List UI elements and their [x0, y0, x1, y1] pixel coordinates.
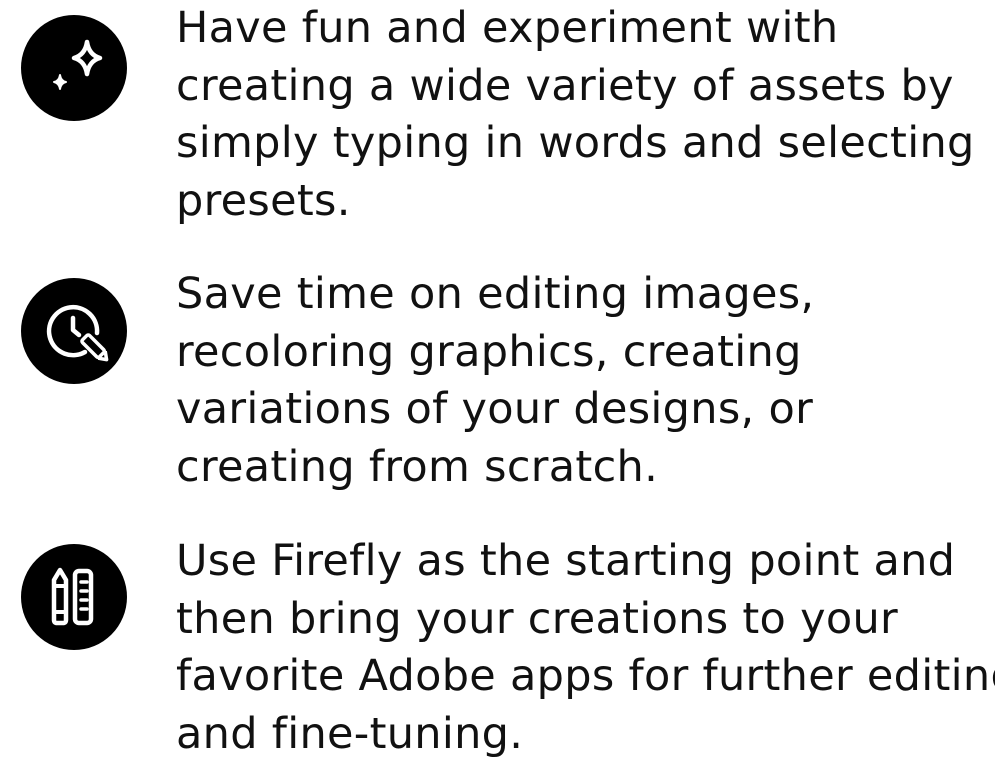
- feature-text-line: variations of your designs, or: [176, 381, 986, 439]
- feature-text-line: creating a wide variety of assets by: [176, 58, 986, 116]
- feature-text-line: Save time on editing images,: [176, 266, 986, 324]
- feature-text-line: favorite Adobe apps for further editing: [176, 648, 986, 706]
- pencil-ruler-icon: [21, 544, 127, 650]
- feature-text-line: Have fun and experiment with: [176, 0, 986, 58]
- sparkle-icon: [21, 15, 127, 121]
- feature-text-line: Use Firefly as the starting point and: [176, 533, 986, 591]
- feature-text-line: creating from scratch.: [176, 439, 986, 497]
- feature-text-line: then bring your creations to your: [176, 591, 986, 649]
- feature-text-line: simply typing in words and selecting: [176, 115, 986, 173]
- feature-text-line: recoloring graphics, creating: [176, 324, 986, 382]
- feature-text-line: presets.: [176, 173, 986, 231]
- clock-pencil-icon: [21, 278, 127, 384]
- feature-text-line: and fine-tuning.: [176, 706, 986, 763]
